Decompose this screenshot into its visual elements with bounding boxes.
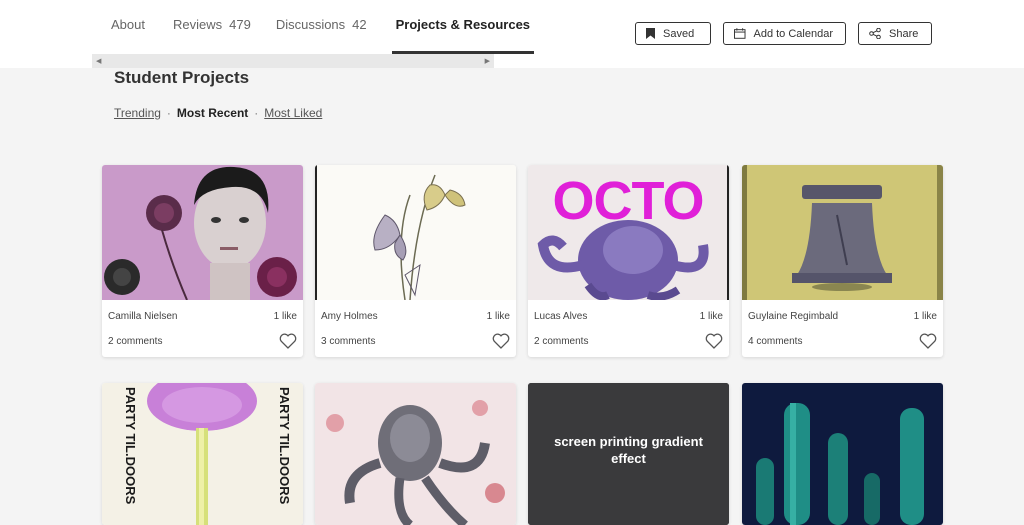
project-meta: Lucas Alves 1 like 2 comments: [528, 300, 729, 349]
project-thumb-text: PARTY TIL.DOORS: [277, 387, 292, 505]
project-thumbnail[interactable]: OCTO: [528, 165, 729, 300]
heart-icon[interactable]: [279, 333, 297, 349]
project-comments[interactable]: 4 comments: [748, 336, 802, 347]
project-thumbnail[interactable]: [742, 165, 943, 300]
project-card[interactable]: Camilla Nielsen 1 like 2 comments: [102, 165, 303, 357]
project-card[interactable]: [315, 383, 516, 525]
project-author[interactable]: Guylaine Regimbald: [748, 311, 838, 322]
project-thumbnail[interactable]: screen printing gradient effect: [528, 383, 729, 525]
project-thumbnail[interactable]: [102, 165, 303, 300]
project-author[interactable]: Camilla Nielsen: [108, 311, 177, 322]
project-comments[interactable]: 2 comments: [534, 336, 588, 347]
saved-button[interactable]: Saved: [635, 22, 711, 45]
project-likes: 1 like: [273, 311, 297, 322]
project-thumbnail[interactable]: [315, 383, 516, 525]
project-likes: 1 like: [913, 311, 937, 322]
filter-trending[interactable]: Trending: [114, 106, 161, 120]
share-button[interactable]: Share: [858, 22, 932, 45]
project-card[interactable]: Guylaine Regimbald 1 like 4 comments: [742, 165, 943, 357]
project-meta: Camilla Nielsen 1 like 2 comments: [102, 300, 303, 349]
project-thumbnail[interactable]: PARTY TIL.DOORS PARTY TIL.DOORS: [102, 383, 303, 525]
tab-bar: About Reviews 479 Discussions 42 Projects …: [100, 0, 535, 54]
tab-about-label: About: [111, 17, 145, 32]
tab-discussions-label: Discussions: [275, 17, 346, 32]
filter-most-liked[interactable]: Most Liked: [264, 106, 322, 120]
share-icon: [869, 28, 881, 39]
tab-projects-label: Projects & Resources: [395, 17, 531, 32]
project-card[interactable]: screen printing gradient effect: [528, 383, 729, 525]
section-title: Student Projects: [114, 68, 250, 87]
project-likes: 1 like: [699, 311, 723, 322]
scroll-left-icon[interactable]: ◀: [96, 57, 101, 65]
project-meta: Amy Holmes 1 like 3 comments: [315, 300, 516, 349]
tab-about[interactable]: About: [100, 0, 157, 54]
tab-scrollbar[interactable]: ◀ ▶: [92, 54, 494, 68]
project-card[interactable]: [742, 383, 943, 525]
add-to-calendar-button[interactable]: Add to Calendar: [723, 22, 846, 45]
project-thumbnail[interactable]: [315, 165, 516, 300]
project-meta: Guylaine Regimbald 1 like 4 comments: [742, 300, 943, 349]
project-comments[interactable]: 2 comments: [108, 336, 162, 347]
filter-separator: ·: [254, 106, 259, 120]
filter-separator: ·: [166, 106, 171, 120]
project-thumb-text: OCTO: [552, 171, 703, 231]
project-card[interactable]: PARTY TIL.DOORS PARTY TIL.DOORS: [102, 383, 303, 525]
project-thumb-title: screen printing gradient effect: [554, 434, 703, 466]
calendar-label: Add to Calendar: [753, 27, 834, 40]
project-author[interactable]: Amy Holmes: [321, 311, 378, 322]
heart-icon[interactable]: [919, 333, 937, 349]
project-likes: 1 like: [486, 311, 510, 322]
calendar-icon: [734, 28, 746, 39]
tab-discussions[interactable]: Discussions 42: [263, 0, 379, 54]
saved-label: Saved: [663, 27, 695, 40]
tab-discussions-count: 42: [352, 17, 367, 32]
project-card[interactable]: OCTO Lucas Alves 1 like 2 comments: [528, 165, 729, 357]
tab-reviews[interactable]: Reviews 479: [157, 0, 263, 54]
share-label: Share: [889, 27, 919, 40]
project-comments[interactable]: 3 comments: [321, 336, 375, 347]
action-buttons: Saved Add to Calendar Share: [635, 22, 932, 45]
project-thumb-text: PARTY TIL.DOORS: [123, 387, 138, 505]
filter-most-recent[interactable]: Most Recent: [177, 106, 248, 120]
project-card[interactable]: Amy Holmes 1 like 3 comments: [315, 165, 516, 357]
scroll-right-icon[interactable]: ▶: [485, 57, 490, 65]
sort-filters: Trending · Most Recent · Most Liked: [114, 106, 322, 120]
heart-icon[interactable]: [705, 333, 723, 349]
tab-projects-resources[interactable]: Projects & Resources: [391, 0, 535, 54]
bookmark-icon: [646, 28, 655, 39]
heart-icon[interactable]: [492, 333, 510, 349]
tab-reviews-label: Reviews: [172, 17, 223, 32]
project-author[interactable]: Lucas Alves: [534, 311, 587, 322]
tab-reviews-count: 479: [229, 17, 251, 32]
top-bar: About Reviews 479 Discussions 42 Projects …: [0, 0, 1024, 68]
project-thumbnail[interactable]: [742, 383, 943, 525]
